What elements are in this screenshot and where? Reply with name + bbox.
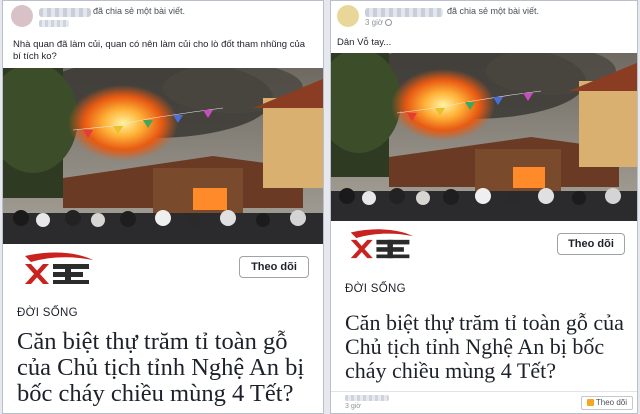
xe-logo-icon[interactable]: [347, 227, 415, 260]
fire-photo[interactable]: [331, 53, 637, 221]
avatar[interactable]: [337, 5, 359, 27]
section-label[interactable]: ĐỜI SỐNG: [17, 307, 78, 319]
article-headline[interactable]: Căn biệt thự trăm tỉ toàn gỗ của Chủ tịc…: [345, 311, 637, 383]
house-fire-image: [331, 53, 637, 221]
fire-photo[interactable]: [3, 68, 323, 244]
globe-icon: [385, 19, 393, 26]
blurred-timestamp: [39, 20, 69, 27]
footer-follow-button[interactable]: Theo dõi: [580, 396, 633, 410]
blurred-source: [345, 395, 389, 401]
post-caption: Dân Vỗ tay...: [337, 37, 392, 48]
post-card-right: đã chia sẻ một bài viết. 3 giờ Dân Vỗ ta…: [330, 0, 638, 414]
post-caption: Nhà quan đã làm củi, quan có nên làm củi…: [13, 39, 306, 62]
avatar[interactable]: [11, 5, 33, 27]
blurred-author-name[interactable]: [39, 8, 91, 17]
footer-follow-label: Theo dõi: [595, 398, 627, 407]
footer-timestamp: 3 giờ: [345, 403, 361, 410]
follow-button[interactable]: Theo dõi: [557, 233, 625, 255]
rss-icon: [586, 399, 594, 406]
section-label[interactable]: ĐỜI SỐNG: [345, 283, 406, 295]
follow-button[interactable]: Theo dõi: [239, 256, 309, 278]
shared-post-text: đã chia sẻ một bài viết.: [93, 6, 186, 16]
shared-post-text: đã chia sẻ một bài viết.: [447, 6, 540, 16]
article-headline[interactable]: Căn biệt thự trăm tỉ toàn gỗ của Chủ tịc…: [17, 329, 323, 407]
post-timestamp[interactable]: 3 giờ: [365, 18, 393, 27]
post-card-left: đã chia sẻ một bài viết. Nhà quan đã làm…: [2, 0, 324, 414]
house-fire-image: [3, 68, 323, 244]
post-header: đã chia sẻ một bài viết.: [3, 1, 323, 31]
screenshot-stage: đã chia sẻ một bài viết. Nhà quan đã làm…: [0, 0, 640, 414]
xe-logo-icon[interactable]: [21, 250, 95, 286]
blurred-author-name[interactable]: [365, 8, 443, 17]
timestamp-text: 3 giờ: [365, 18, 384, 27]
post-footer: 3 giờ Theo dõi: [331, 391, 637, 413]
post-header: đã chia sẻ một bài viết. 3 giờ: [331, 1, 637, 31]
